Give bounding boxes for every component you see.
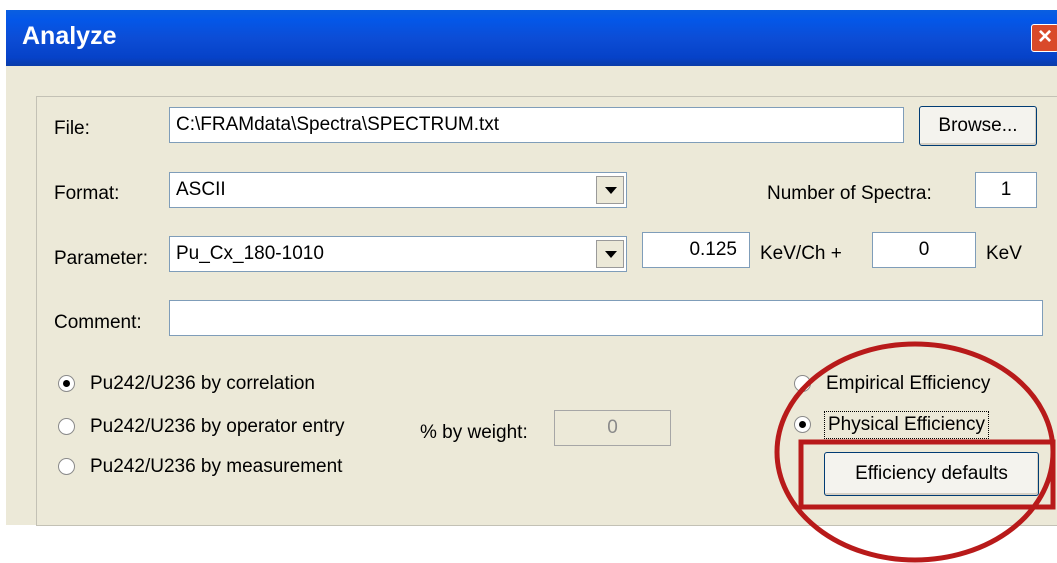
- annotation-overlay: [774, 341, 1056, 563]
- highlight-ellipse: [774, 341, 1056, 563]
- highlight-rectangle: [798, 439, 1056, 510]
